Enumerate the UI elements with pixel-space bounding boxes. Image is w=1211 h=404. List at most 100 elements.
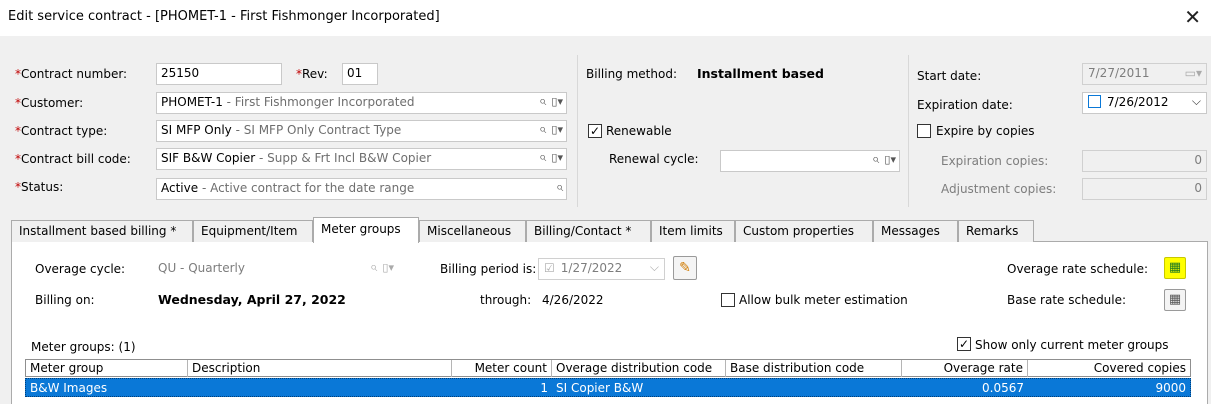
search-icon[interactable]: ⌕ xyxy=(539,150,546,165)
contract-type-description: - SI MFP Only Contract Type xyxy=(231,123,402,137)
billing-on-value: Wednesday, April 27, 2022 xyxy=(158,292,346,307)
picker-icon[interactable]: ▯▾ xyxy=(551,95,563,108)
search-icon[interactable]: ⌕ xyxy=(556,180,563,195)
renewable-checkbox[interactable]: ✓ xyxy=(588,124,602,138)
column-header-base-distribution-code[interactable]: Base distribution code xyxy=(726,360,902,377)
cell-description xyxy=(188,379,452,397)
overage-cycle-label: Overage cycle: xyxy=(35,262,126,276)
calendar-icon[interactable]: ▦ xyxy=(1164,257,1186,279)
overage-cycle-field: QU - Quarterly ⌕ ▯▾ xyxy=(153,258,398,280)
cell-covered-copies: 9000 xyxy=(1155,381,1186,395)
customer-description: - First Fishmonger Incorporated xyxy=(222,95,415,109)
close-icon[interactable]: ✕ xyxy=(1184,5,1201,29)
chevron-down-icon: ⌵ xyxy=(649,260,659,274)
contract-bill-code-label: *Contract bill code: xyxy=(15,152,131,166)
grid-header: Meter group Description Meter count Over… xyxy=(25,359,1191,377)
renewal-cycle-field[interactable]: ⌕ ▯▾ xyxy=(720,150,900,172)
checkbox-icon[interactable] xyxy=(1088,95,1101,108)
start-date-field: 7/27/2011 ▭▾ xyxy=(1082,63,1207,85)
expiration-date-field[interactable]: 7/26/2012 ⌵ xyxy=(1082,92,1207,114)
column-header-overage-rate[interactable]: Overage rate xyxy=(902,360,1028,377)
calendar-icon: ▭▾ xyxy=(1184,66,1202,80)
through-label: through: xyxy=(480,293,532,307)
status-label: *Status: xyxy=(15,180,64,194)
base-rate-schedule-label: Base rate schedule: xyxy=(1007,293,1127,307)
column-header-description[interactable]: Description xyxy=(188,360,452,377)
chevron-down-icon[interactable]: ⌵ xyxy=(1192,94,1201,109)
divider xyxy=(577,55,578,207)
title-bar: Edit service contract - [PHOMET-1 - Firs… xyxy=(0,0,1211,36)
contract-type-label: *Contract type: xyxy=(15,124,108,138)
pencil-icon[interactable]: ✎ xyxy=(673,256,697,280)
search-icon: ⌕ xyxy=(370,260,378,275)
tab-equipment-item[interactable]: Equipment/Item xyxy=(193,220,313,242)
renewable-label: Renewable xyxy=(606,124,672,138)
start-date-label: Start date: xyxy=(917,69,982,83)
expire-by-copies-checkbox[interactable] xyxy=(917,124,931,138)
show-only-current-label: Show only current meter groups xyxy=(975,338,1169,352)
search-icon[interactable]: ⌕ xyxy=(539,122,546,137)
tab-meter-groups[interactable]: Meter groups xyxy=(313,217,419,243)
tab-billing-contact[interactable]: Billing/Contact * xyxy=(526,220,651,242)
contract-type-field[interactable]: SI MFP Only - SI MFP Only Contract Type … xyxy=(156,120,567,142)
table-row[interactable]: B&W Images 1 SI Copier B&W 0.0567 9000 xyxy=(25,378,1191,397)
rev-label: *Rev: xyxy=(296,67,328,81)
column-header-covered-copies[interactable]: Covered copies xyxy=(1028,360,1190,377)
search-icon[interactable]: ⌕ xyxy=(539,94,546,109)
cell-overage-rate: 0.0567 xyxy=(982,381,1024,395)
through-value: 4/26/2022 xyxy=(542,293,604,307)
cell-meter-count: 1 xyxy=(540,381,548,395)
divider xyxy=(908,55,909,207)
tab-item-limits[interactable]: Item limits xyxy=(651,220,735,242)
customer-label: *Customer: xyxy=(15,96,84,110)
rev-field[interactable]: 01 xyxy=(342,63,378,85)
billing-period-field: ☑ 1/27/2022 ⌵ xyxy=(538,258,665,280)
contract-number-field[interactable]: 25150 xyxy=(156,63,282,85)
window-title: Edit service contract - [PHOMET-1 - Firs… xyxy=(8,9,440,24)
cell-base-distribution-code xyxy=(726,379,902,397)
tab-remarks[interactable]: Remarks xyxy=(958,220,1034,242)
picker-icon[interactable]: ▯▾ xyxy=(884,153,896,166)
picker-icon[interactable]: ▯▾ xyxy=(551,123,563,136)
contract-bill-code-field[interactable]: SIF B&W Copier - Supp & Frt Incl B&W Cop… xyxy=(156,148,567,170)
overage-rate-schedule-label: Overage rate schedule: xyxy=(1007,262,1149,276)
column-header-overage-distribution-code[interactable]: Overage distribution code xyxy=(552,360,726,377)
expiration-copies-label: Expiration copies: xyxy=(941,154,1049,168)
adjustment-copies-label: Adjustment copies: xyxy=(941,182,1057,196)
contract-bill-code-description: - Supp & Frt Incl B&W Copier xyxy=(255,151,432,165)
tab-installment-based-billing[interactable]: Installment based billing * xyxy=(11,220,193,242)
allow-bulk-label: Allow bulk meter estimation xyxy=(739,293,908,307)
renewal-cycle-label: Renewal cycle: xyxy=(609,152,699,166)
tab-custom-properties[interactable]: Custom properties xyxy=(735,220,873,242)
calendar-icon[interactable]: ▦ xyxy=(1164,289,1186,311)
contract-bill-code-code: SIF B&W Copier xyxy=(161,151,256,165)
contract-type-code: SI MFP Only xyxy=(161,123,232,137)
tab-miscellaneous[interactable]: Miscellaneous xyxy=(419,220,526,242)
column-header-meter-group[interactable]: Meter group xyxy=(26,360,188,377)
billing-period-label: Billing period is: xyxy=(440,262,537,276)
search-icon[interactable]: ⌕ xyxy=(872,152,879,167)
billing-method-value: Installment based xyxy=(697,66,824,81)
expire-by-copies-label: Expire by copies xyxy=(936,124,1035,138)
billing-method-label: Billing method: xyxy=(586,67,677,81)
status-code: Active xyxy=(161,181,199,195)
column-header-meter-count[interactable]: Meter count xyxy=(452,360,552,377)
cell-overage-distribution-code: SI Copier B&W xyxy=(556,381,644,395)
status-description: - Active contract for the date range xyxy=(198,181,415,195)
meter-groups-count: Meter groups: (1) xyxy=(31,340,136,354)
picker-icon[interactable]: ▯▾ xyxy=(551,151,563,164)
status-field[interactable]: Active - Active contract for the date ra… xyxy=(156,178,567,200)
contract-number-label: *Contract number: xyxy=(15,67,128,81)
allow-bulk-checkbox[interactable] xyxy=(721,293,735,307)
expiration-copies-field: 0 xyxy=(1082,150,1207,172)
expiration-date-label: Expiration date: xyxy=(917,98,1013,112)
cell-meter-group: B&W Images xyxy=(30,381,108,395)
tab-messages[interactable]: Messages xyxy=(873,220,958,242)
adjustment-copies-field: 0 xyxy=(1082,178,1207,200)
customer-code: PHOMET-1 xyxy=(161,95,223,109)
customer-field[interactable]: PHOMET-1 - First Fishmonger Incorporated… xyxy=(156,92,567,114)
billing-on-label: Billing on: xyxy=(35,293,95,307)
picker-icon: ▯▾ xyxy=(382,261,394,274)
checkbox-icon: ☑ xyxy=(544,261,555,275)
show-only-current-checkbox[interactable]: ✓ xyxy=(957,337,971,351)
